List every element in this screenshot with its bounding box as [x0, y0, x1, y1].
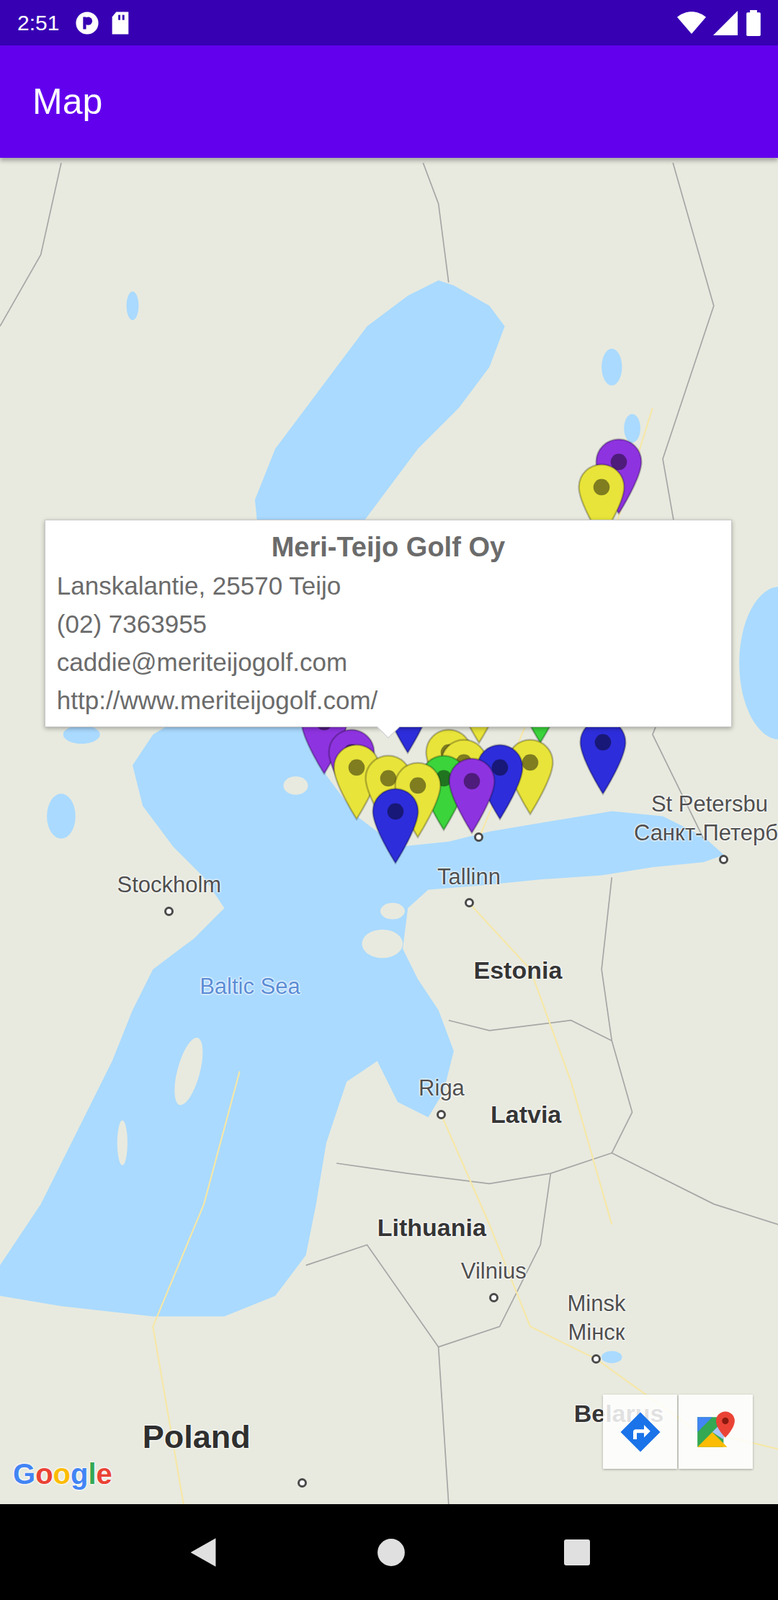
info-line: Lanskalantie, 25570 Teijo [56, 566, 720, 605]
city-name: Vilnius [461, 1256, 527, 1286]
map-pin-icon[interactable] [447, 756, 497, 835]
sea-label: Baltic Sea [199, 971, 301, 1002]
google-maps-icon [693, 1409, 739, 1454]
wifi-icon [677, 10, 706, 36]
city-label: Stockholm [116, 870, 222, 900]
info-line: (02) 7363955 [56, 604, 720, 643]
directions-button[interactable] [602, 1393, 678, 1469]
battery-icon [746, 10, 761, 37]
status-bar: 2:51 [0, 0, 778, 46]
city-local-name: Санкт-Петерб [633, 818, 778, 848]
info-window[interactable]: Meri-Teijo Golf OyLanskalantie, 25570 Te… [44, 519, 732, 727]
city-label: MinskМінск [566, 1288, 626, 1347]
back-icon[interactable] [186, 1534, 220, 1569]
city-dot [591, 1353, 601, 1363]
city-name: St Petersbu [651, 789, 768, 819]
info-title: Meri-Teijo Golf Oy [56, 528, 720, 567]
app-title: Map [32, 74, 103, 129]
open-in-maps-button[interactable] [678, 1393, 753, 1469]
app: 2:51 Map Stockholm Baltic Sea Tallinn Estonia… [0, 0, 778, 1600]
recents-icon[interactable] [562, 1537, 592, 1567]
city-name: Riga [418, 1073, 465, 1103]
country-label: Latvia [490, 1098, 562, 1129]
city-local-name: Мінск [567, 1317, 625, 1347]
city-dot [464, 897, 475, 907]
navigation-bar [0, 1503, 778, 1600]
map-pin-icon[interactable] [370, 786, 420, 865]
city-dot [718, 854, 729, 864]
city-name: Tallinn [437, 862, 501, 892]
info-line: caddie@meriteijogolf.com [56, 642, 720, 681]
map[interactable]: Stockholm Baltic Sea Tallinn Estonia Riga Lat… [0, 157, 778, 1504]
map-toolbar [602, 1393, 753, 1469]
country-label: Poland [142, 1421, 251, 1452]
signal-icon [713, 10, 738, 36]
home-icon[interactable] [376, 1536, 407, 1567]
notification-icon [74, 10, 100, 36]
country-label: Lithuania [377, 1211, 487, 1242]
city-label: Riga [418, 1073, 465, 1103]
country-label: Estonia [474, 954, 563, 985]
city-label: St PetersbuСанкт-Петерб [651, 789, 778, 848]
google-logo: Google [12, 1458, 113, 1488]
info-line: http://www.meriteijogolf.com/ [56, 680, 720, 719]
place-dot [297, 1477, 307, 1487]
map-pin-icon[interactable] [578, 717, 628, 796]
clock: 2:51 [17, 12, 60, 34]
city-dot [489, 1292, 499, 1302]
sd-card-icon [109, 10, 132, 36]
city-label: Vilnius [461, 1256, 527, 1286]
app-bar: Map [0, 45, 778, 158]
place-dot [474, 832, 484, 842]
city-name: Stockholm [116, 870, 222, 900]
city-name: Minsk [566, 1288, 626, 1318]
directions-icon [618, 1409, 663, 1453]
city-label: Tallinn [437, 862, 501, 892]
